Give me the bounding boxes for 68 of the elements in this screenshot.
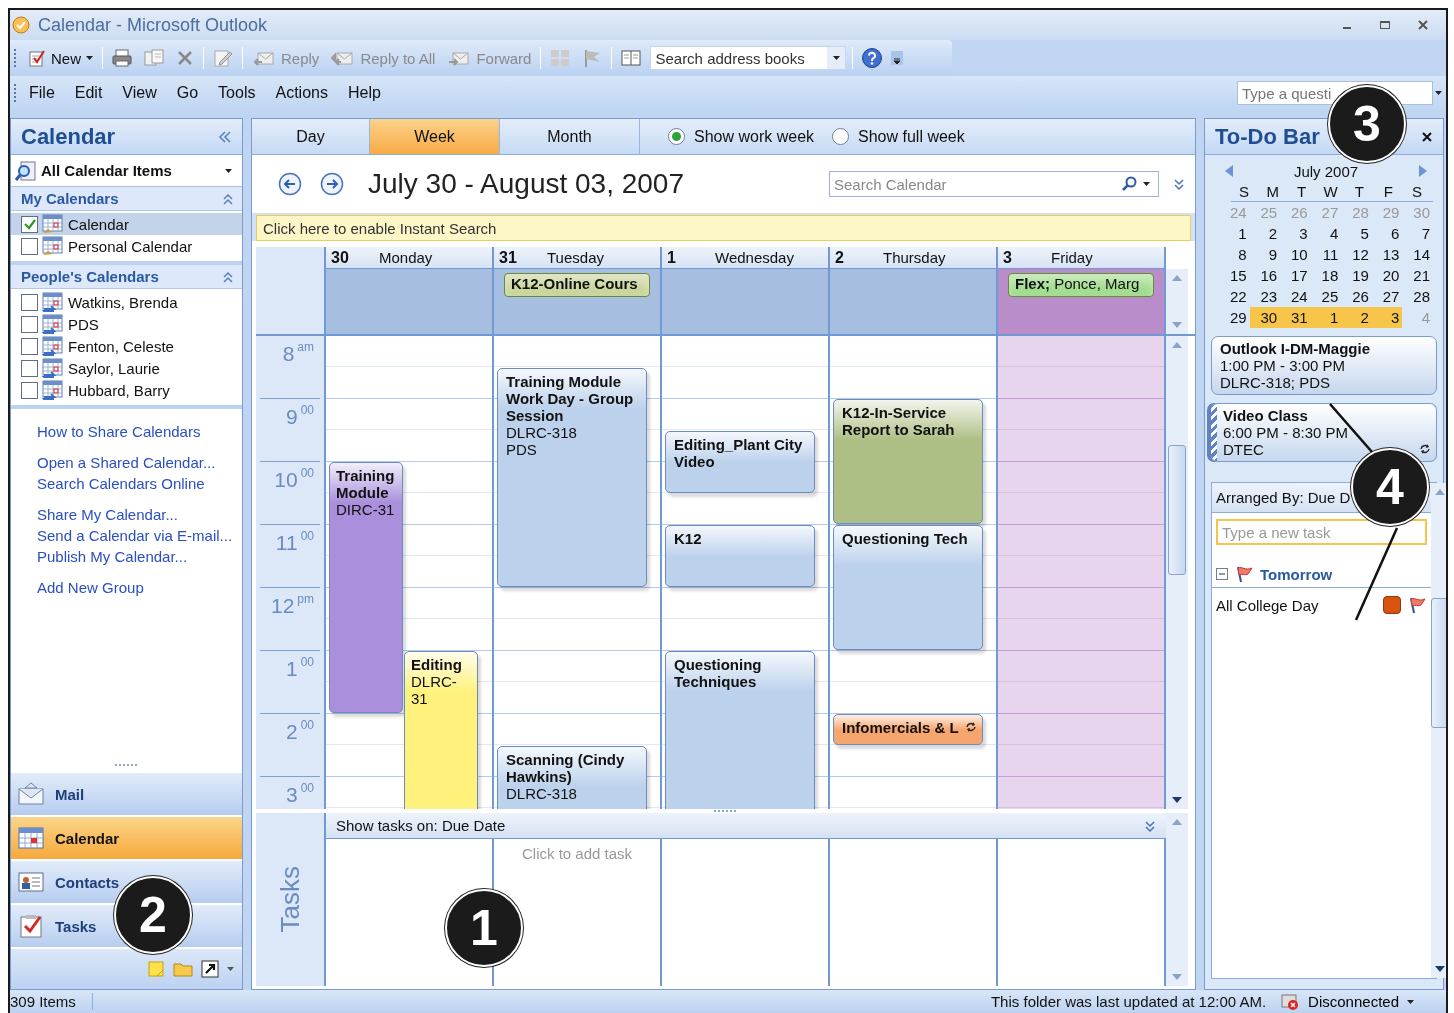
weekday-name: Tuesday xyxy=(546,249,605,266)
time-label: 1$^{00}$ xyxy=(285,657,314,680)
option-label: Show work week xyxy=(694,127,815,146)
day-number: 30 xyxy=(331,248,350,267)
time-label: 9$^{00}$ xyxy=(285,405,314,428)
event-title: Training Module xyxy=(336,467,396,501)
calendar-name: Fenton, Celeste xyxy=(68,337,174,355)
weekday-label: M xyxy=(1265,182,1280,202)
day-number: 31 xyxy=(499,248,518,267)
event-detail: DIRC-31 xyxy=(336,501,396,518)
month-title: July 2007 xyxy=(1293,162,1359,180)
event-detail: DLRC-31 xyxy=(411,673,458,707)
group-title: Tomorrow xyxy=(1260,565,1333,583)
event-title: K12-In-Service Report to Sarah xyxy=(842,404,956,438)
time-label: 12$^{pm}$ xyxy=(270,594,314,617)
event-detail: PDS xyxy=(506,440,538,458)
pane-title: To-Do Bar xyxy=(1215,123,1320,150)
time-label: 10$^{00}$ xyxy=(274,468,314,491)
weekday-label: S xyxy=(1237,182,1250,202)
appointment-title: Outlook I-DM-Maggie xyxy=(1220,340,1371,357)
appointment-time: 1:00 PM - 3:00 PM xyxy=(1220,357,1347,374)
calendar-name: Watkins, Brenda xyxy=(68,293,178,311)
task-title: All College Day xyxy=(1216,596,1319,614)
appointment-time: 6:00 PM - 8:30 PM xyxy=(1223,424,1350,441)
event-detail: DLRC-318 xyxy=(506,423,578,441)
group-title: My Calendars xyxy=(21,190,119,207)
day-number: 3 xyxy=(1003,248,1013,267)
status-message: This folder was last updated at 12:00 AM. xyxy=(990,993,1267,1010)
weekday-label: W xyxy=(1322,182,1339,202)
appointment-location: DLRC-318; PDS xyxy=(1220,374,1332,391)
event-title: Editing_Plant City Video xyxy=(674,435,804,470)
calendar-name: Hubbard, Barry xyxy=(68,381,170,399)
calendar-name: Calendar xyxy=(68,215,129,233)
calendar-name: Personal Calendar xyxy=(68,237,193,255)
date-range-title: July 30 - August 03, 2007 xyxy=(368,168,684,200)
event-detail: DLRC-318 xyxy=(506,784,578,802)
event-title: Editing xyxy=(411,656,463,673)
day-number: 1 xyxy=(667,248,677,267)
window-title: Calendar - Microsoft Outlook xyxy=(38,14,268,36)
time-label: 3$^{00}$ xyxy=(285,783,314,806)
pane-title: Calendar xyxy=(21,123,116,150)
appointment-location: DTEC xyxy=(1223,441,1265,458)
event-title: Infomercials & L xyxy=(842,719,960,736)
event-title: Questioning Techniques xyxy=(674,656,763,690)
weekday-name: Friday xyxy=(1050,249,1094,266)
weekday-label: T xyxy=(1296,182,1308,202)
calendar-name: Saylor, Laurie xyxy=(68,359,160,377)
weekday-label: S xyxy=(1411,182,1424,202)
tasks-header-text: Show tasks on: Due Date xyxy=(336,817,506,834)
option-label: Show full week xyxy=(858,127,965,146)
time-label: 2$^{00}$ xyxy=(285,720,314,743)
weekday-name: Thursday xyxy=(882,249,947,266)
weekday-label: T xyxy=(1353,182,1365,202)
day-number: 2 xyxy=(835,248,845,267)
event-title: Training Module Work Day - Group Session xyxy=(506,372,635,424)
appointment-title: Video Class xyxy=(1223,407,1309,424)
tasks-label: Tasks xyxy=(274,866,306,933)
weekday-label: F xyxy=(1382,182,1394,202)
weekday-name: Wednesday xyxy=(714,249,795,266)
time-label: 11$^{00}$ xyxy=(275,531,314,554)
calendar-name: PDS xyxy=(68,315,99,333)
group-title: People's Calendars xyxy=(21,268,159,285)
item-count: 309 Items xyxy=(10,993,93,1010)
event-title: Scanning (Cindy Hawkins) xyxy=(506,750,626,785)
time-label: 8$^{am}$ xyxy=(282,342,314,365)
weekday-name: Monday xyxy=(378,249,434,266)
event-title: Questioning Tech xyxy=(842,530,969,547)
event-title: K12 xyxy=(674,530,703,547)
